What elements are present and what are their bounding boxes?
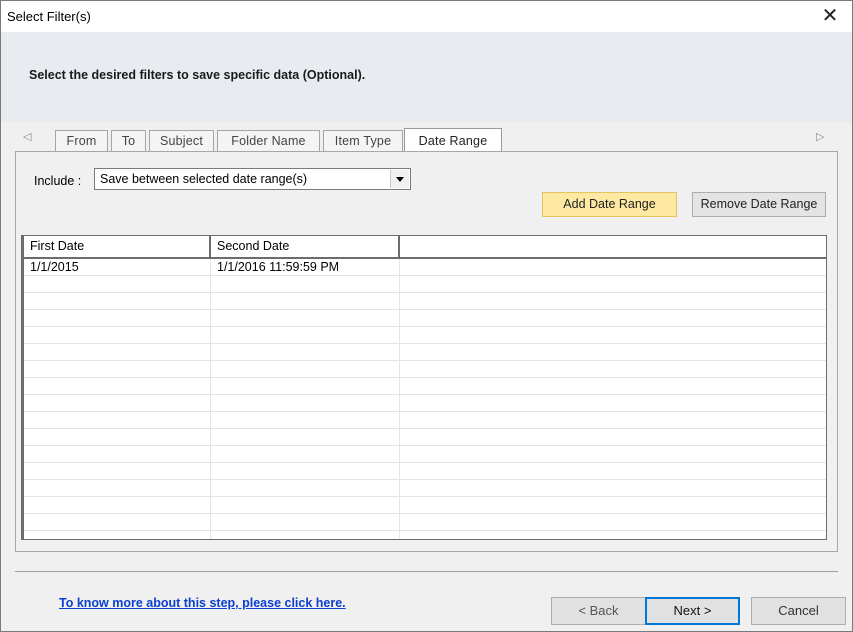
add-date-range-button[interactable]: Add Date Range (542, 192, 677, 217)
tab-date-range[interactable]: Date Range (404, 128, 502, 152)
help-link[interactable]: To know more about this step, please cli… (59, 596, 346, 610)
tab-folder-name[interactable]: Folder Name (217, 130, 320, 151)
date-range-grid: First Date Second Date 1/1/2015 1/1/2016… (21, 235, 827, 540)
instruction-text: Select the desired filters to save speci… (29, 68, 366, 82)
tab-from[interactable]: From (55, 130, 108, 151)
title-bar: Select Filter(s) ✕ (1, 1, 852, 32)
grid-header: First Date Second Date (24, 236, 826, 259)
remove-date-range-button[interactable]: Remove Date Range (692, 192, 826, 217)
grid-body (24, 259, 826, 539)
tab-item-type[interactable]: Item Type (323, 130, 403, 151)
include-dropdown[interactable]: Save between selected date range(s) (94, 168, 411, 190)
cancel-button[interactable]: Cancel (751, 597, 846, 625)
select-filters-dialog: Select Filter(s) ✕ Select the desired fi… (0, 0, 853, 632)
include-label: Include : (34, 174, 82, 188)
grid-column-divider (399, 259, 400, 539)
tab-scroll-left-icon[interactable]: ◁ (23, 130, 31, 143)
grid-column-divider (210, 259, 211, 539)
tab-scroll-right-icon[interactable]: ▷ (816, 130, 824, 143)
table-row[interactable]: 1/1/2015 1/1/2016 11:59:59 PM (24, 259, 826, 276)
chevron-down-icon[interactable] (390, 170, 409, 188)
column-header-first-date[interactable]: First Date (24, 236, 211, 257)
window-title: Select Filter(s) (7, 9, 91, 24)
back-button[interactable]: < Back (551, 597, 646, 625)
column-header-second-date[interactable]: Second Date (211, 236, 400, 257)
tab-to[interactable]: To (111, 130, 146, 151)
cell-second-date: 1/1/2016 11:59:59 PM (217, 260, 340, 274)
footer-separator (15, 571, 838, 572)
close-icon[interactable]: ✕ (818, 4, 842, 28)
include-dropdown-value: Save between selected date range(s) (100, 172, 308, 186)
filter-tabstrip: ◁ From To Subject Folder Name Item Type … (15, 126, 838, 152)
tab-subject[interactable]: Subject (149, 130, 214, 151)
cell-first-date: 1/1/2015 (30, 260, 79, 274)
next-button[interactable]: Next > (645, 597, 740, 625)
